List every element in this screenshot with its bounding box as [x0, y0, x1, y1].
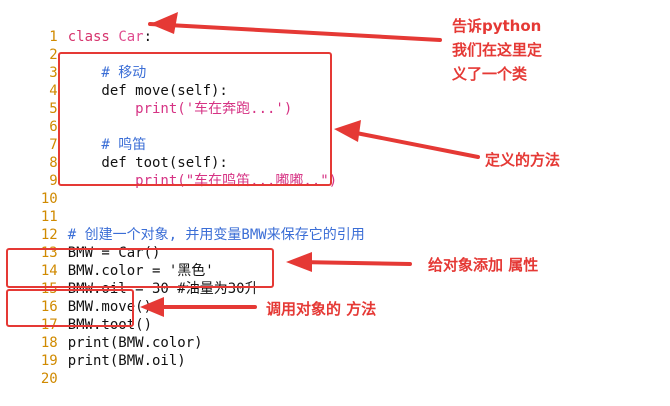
attributes-highlight-box	[6, 248, 274, 288]
code-line: 20	[0, 352, 58, 387]
code-line: 11	[0, 190, 58, 225]
keyword-class: class	[67, 29, 110, 45]
line-number: 20	[40, 371, 58, 387]
class-name: Car	[118, 29, 144, 45]
class-note-line: 我们在这里定	[452, 41, 543, 59]
methods-highlight-box	[58, 52, 332, 186]
code-line: 10	[0, 172, 58, 207]
method-calls-highlight-box	[6, 289, 134, 327]
code-line: 6	[0, 100, 57, 135]
call-note: 调用对象的 方法	[266, 300, 377, 318]
attribute-note: 给对象添加 属性	[428, 256, 539, 274]
class-note: 告诉python 我们在这里定 义了一个类	[452, 14, 602, 86]
code-line: 1 class Car:	[0, 10, 152, 45]
code-line: 13 BMW = Car()	[0, 226, 161, 261]
code-text: print(BMW.oil)	[67, 353, 186, 369]
class-note-line: 告诉python	[452, 17, 542, 35]
class-note-line: 义了一个类	[452, 65, 528, 83]
code-line: 2	[0, 28, 57, 63]
method-note: 定义的方法	[485, 151, 561, 169]
code-line: 12 # 创建一个对象, 并用变量BMW来保存它的引用	[0, 208, 365, 243]
code-line: 19 print(BMW.oil)	[0, 334, 186, 369]
